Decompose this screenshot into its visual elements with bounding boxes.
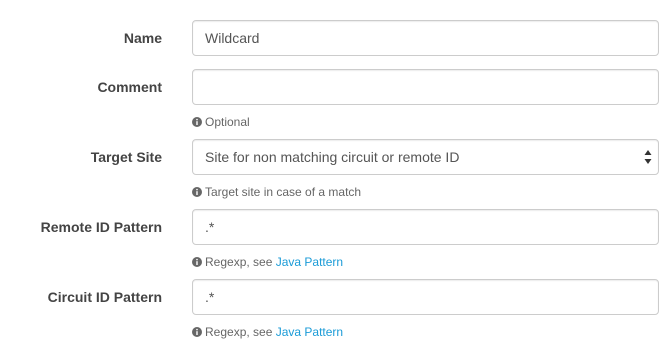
name-input[interactable] xyxy=(192,20,659,56)
circuit-id-pattern-help: Regexp, see Java Pattern xyxy=(192,324,343,340)
remote-id-pattern-input[interactable] xyxy=(192,209,659,245)
name-label: Name xyxy=(123,30,162,46)
circuit-id-pattern-input[interactable] xyxy=(192,279,659,315)
info-circle-icon xyxy=(192,327,202,337)
circuit-id-pattern-help-text: Regexp, see xyxy=(205,325,276,339)
target-site-help-text: Target site in case of a match xyxy=(205,185,362,199)
target-site-select[interactable]: Site for non matching circuit or remote … xyxy=(192,139,659,175)
circuit-id-pattern-label: Circuit ID Pattern xyxy=(47,289,162,305)
comment-help-text: Optional xyxy=(205,115,250,129)
remote-id-pattern-label: Remote ID Pattern xyxy=(40,219,162,235)
remote-id-pattern-help: Regexp, see Java Pattern xyxy=(192,254,343,270)
info-circle-icon xyxy=(192,117,202,127)
comment-label: Comment xyxy=(97,79,162,95)
form: Name Comment Optional Target Site Site f… xyxy=(0,0,670,356)
target-site-selected: Site for non matching circuit or remote … xyxy=(205,149,460,165)
target-site-label: Target Site xyxy=(90,149,162,165)
remote-id-pattern-help-text: Regexp, see xyxy=(205,255,276,269)
updown-arrows-icon xyxy=(644,150,652,164)
comment-input[interactable] xyxy=(192,69,659,105)
circuit-id-java-pattern-link[interactable]: Java Pattern xyxy=(276,325,343,339)
info-circle-icon xyxy=(192,187,202,197)
remote-id-java-pattern-link[interactable]: Java Pattern xyxy=(276,255,343,269)
info-circle-icon xyxy=(192,257,202,267)
comment-help: Optional xyxy=(192,114,250,130)
target-site-help: Target site in case of a match xyxy=(192,184,361,200)
